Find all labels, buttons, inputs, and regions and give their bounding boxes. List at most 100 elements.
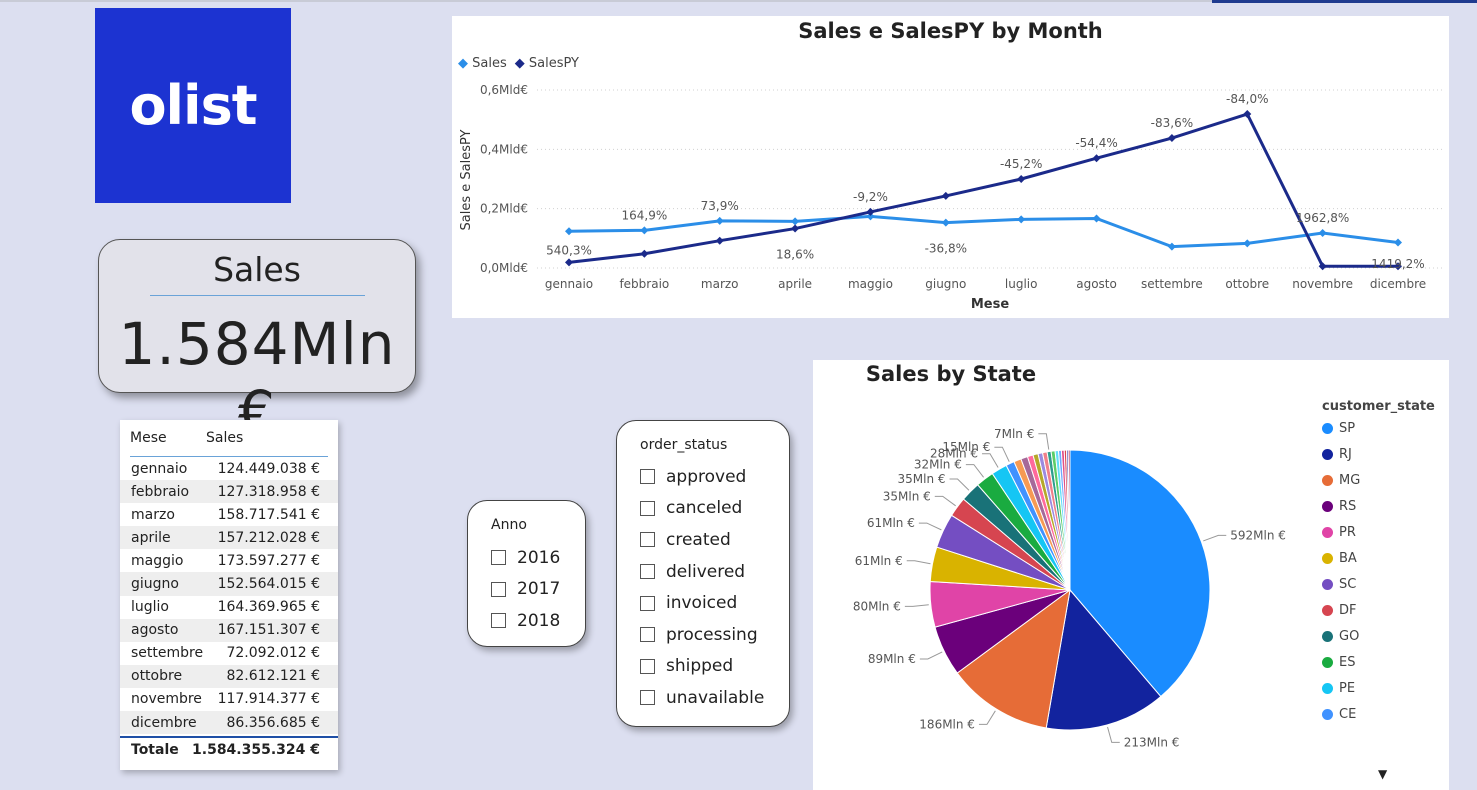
data-label: 540,3%	[546, 243, 592, 257]
anno-slicer-option[interactable]: 2016	[491, 542, 560, 574]
table-row[interactable]: novembre 117.914.377 €	[120, 688, 338, 711]
table-row[interactable]: agosto 167.151.307 €	[120, 618, 338, 642]
legend-item-es[interactable]: ES	[1322, 655, 1435, 670]
table-row[interactable]: gennaio 124.449.038 €	[120, 457, 338, 480]
checkbox-icon[interactable]	[640, 627, 655, 643]
sales-kpi-card[interactable]: Sales 1.584Mln €	[98, 239, 416, 446]
x-tick-label: dicembre	[1370, 277, 1426, 291]
checkbox-icon[interactable]	[640, 564, 655, 580]
legend-item-go[interactable]: GO	[1322, 629, 1435, 644]
cell-mese: marzo	[131, 506, 175, 523]
data-point[interactable]	[1318, 228, 1327, 237]
leader-line	[906, 560, 931, 565]
table-row[interactable]: maggio 173.597.277 €	[120, 549, 338, 572]
status-slicer-option[interactable]: delivered	[640, 556, 764, 588]
legend-item-ba[interactable]: BA	[1322, 551, 1435, 566]
legend-item-mg[interactable]: MG	[1322, 473, 1435, 488]
data-label: -45,2%	[1000, 157, 1042, 171]
legend-item-df[interactable]: DF	[1322, 603, 1435, 618]
logo-text: olist	[129, 74, 257, 137]
data-point[interactable]	[1092, 214, 1101, 223]
kpi-divider	[149, 295, 365, 296]
header-mese[interactable]: Mese	[130, 430, 206, 446]
legend-item-sc[interactable]: SC	[1322, 577, 1435, 592]
status-slicer-option[interactable]: unavailable	[640, 682, 764, 714]
status-slicer-option[interactable]: approved	[640, 461, 764, 493]
legend-item-sp[interactable]: SP	[1322, 421, 1435, 436]
data-point[interactable]	[791, 224, 800, 233]
status-slicer-option[interactable]: canceled	[640, 493, 764, 525]
checkbox-icon[interactable]	[640, 690, 655, 706]
legend-scroll-down-icon[interactable]: ▼	[1378, 767, 1387, 781]
legend-label: RS	[1339, 499, 1357, 514]
data-point[interactable]	[1243, 239, 1252, 248]
cell-mese: novembre	[131, 691, 202, 708]
pie-chart-panel[interactable]: Sales by State 592Mln €213Mln €186Mln €8…	[813, 360, 1449, 790]
slice-label: 592Mln €	[1230, 528, 1286, 542]
status-slicer-option[interactable]: processing	[640, 619, 764, 651]
data-point[interactable]	[715, 236, 724, 245]
series-line-salespy[interactable]	[568, 112, 1398, 268]
checkbox-icon[interactable]	[640, 500, 655, 516]
checkbox-icon[interactable]	[491, 613, 506, 629]
table-row[interactable]: ottobre 82.612.121 €	[120, 664, 338, 688]
checkbox-icon[interactable]	[640, 595, 655, 611]
option-label: 2017	[517, 579, 561, 600]
data-point[interactable]	[640, 226, 649, 235]
checkbox-icon[interactable]	[640, 469, 655, 485]
data-label: -83,6%	[1151, 116, 1193, 130]
data-point[interactable]	[1017, 215, 1026, 224]
legend-item-pe[interactable]: PE	[1322, 681, 1435, 696]
legend-item-rj[interactable]: RJ	[1322, 447, 1435, 462]
table-row[interactable]: settembre 72.092.012 €	[120, 642, 338, 665]
slice-label: 35Mln €	[883, 489, 931, 503]
data-point[interactable]	[715, 216, 724, 225]
option-label: 2016	[517, 547, 561, 568]
table-row[interactable]: dicembre 86.356.685 €	[120, 711, 338, 735]
data-point[interactable]	[565, 258, 573, 267]
data-point[interactable]	[791, 217, 800, 226]
data-label: 18,6%	[776, 248, 814, 262]
x-tick-label: novembre	[1292, 277, 1353, 291]
cell-mese: settembre	[131, 645, 204, 662]
table-row[interactable]: aprile 157.212.028 €	[120, 526, 338, 550]
status-slicer-option[interactable]: created	[640, 524, 764, 556]
slice-label: 213Mln €	[1124, 735, 1180, 749]
data-point[interactable]	[941, 191, 950, 200]
x-tick-label: luglio	[1005, 277, 1038, 291]
header-sales[interactable]: Sales	[206, 430, 243, 446]
data-point[interactable]	[640, 249, 649, 258]
data-point[interactable]	[1167, 134, 1176, 143]
checkbox-icon[interactable]	[491, 550, 506, 566]
sales-by-month-table[interactable]: Mese Sales gennaio 124.449.038 € febbraio 1…	[120, 420, 338, 770]
data-point[interactable]	[1017, 175, 1026, 183]
series-line-sales[interactable]	[568, 214, 1399, 249]
data-point[interactable]	[565, 227, 573, 236]
legend-item-ce[interactable]: CE	[1322, 707, 1435, 722]
data-point[interactable]	[1092, 154, 1101, 163]
table-row[interactable]: giugno 152.564.015 €	[120, 572, 338, 596]
checkbox-icon[interactable]	[640, 532, 655, 548]
legend-label: DF	[1339, 603, 1357, 618]
anno-slicer-option[interactable]: 2018	[491, 605, 560, 637]
line-chart-panel[interactable]: Sales e SalesPY by Month ◆ Sales ◆ Sales…	[452, 16, 1449, 318]
anno-slicer-option[interactable]: 2017	[491, 574, 560, 606]
option-label: shipped	[666, 656, 734, 677]
checkbox-icon[interactable]	[640, 658, 655, 674]
cell-sales: 164.369.965 €	[217, 599, 320, 616]
data-point[interactable]	[941, 218, 950, 227]
checkbox-icon[interactable]	[491, 581, 506, 597]
table-row[interactable]: febbraio 127.318.958 €	[120, 480, 338, 504]
data-point[interactable]	[1167, 242, 1176, 251]
x-tick-label: aprile	[778, 277, 812, 291]
x-tick-label: maggio	[848, 277, 893, 291]
table-row[interactable]: luglio 164.369.965 €	[120, 596, 338, 619]
status-slicer-option[interactable]: invoiced	[640, 587, 764, 619]
order-status-slicer: order_status approved canceled created deli…	[616, 420, 790, 727]
data-point[interactable]	[1394, 238, 1402, 247]
status-slicer-option[interactable]: shipped	[640, 651, 764, 683]
legend-item-pr[interactable]: PR	[1322, 525, 1435, 540]
table-row[interactable]: marzo 158.717.541 €	[120, 503, 338, 526]
slice-label: 89Mln €	[868, 652, 916, 666]
legend-item-rs[interactable]: RS	[1322, 499, 1435, 514]
